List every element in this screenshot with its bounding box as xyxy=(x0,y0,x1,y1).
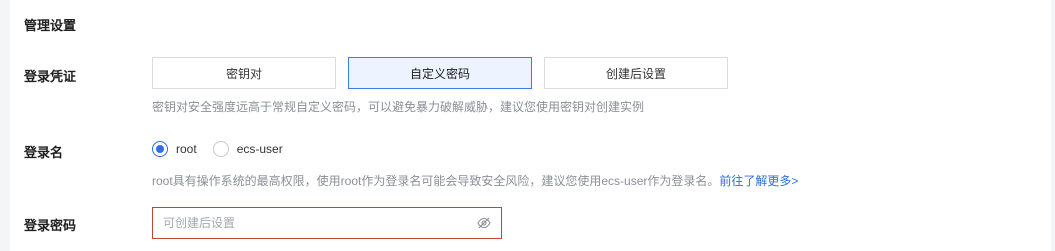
login-name-hint-text: root具有操作系统的最高权限，使用root作为登录名可能会导致安全风险，建议您… xyxy=(152,174,720,188)
radio-ecs-user[interactable]: ecs-user xyxy=(212,141,283,157)
radio-ecs-user-label: ecs-user xyxy=(236,142,283,156)
credential-option-custom-password[interactable]: 自定义密码 xyxy=(348,57,532,89)
right-gutter xyxy=(1051,0,1055,251)
credential-label: 登录凭证 xyxy=(24,69,77,84)
credential-option-set-later[interactable]: 创建后设置 xyxy=(544,57,728,89)
radio-checked-icon xyxy=(152,141,168,157)
learn-more-link[interactable]: 前往了解更多> xyxy=(719,174,798,188)
login-name-radio-group: root ecs-user xyxy=(152,141,299,157)
left-gutter xyxy=(0,0,10,251)
eye-slash-icon[interactable] xyxy=(477,216,491,230)
password-label: 登录密码 xyxy=(24,218,77,233)
radio-root[interactable]: root xyxy=(152,141,197,157)
password-input[interactable] xyxy=(163,216,477,230)
login-name-label: 登录名 xyxy=(24,145,64,160)
login-name-hint: root具有操作系统的最高权限，使用root作为登录名可能会导致安全风险，建议您… xyxy=(152,172,798,189)
management-settings-panel: 管理设置 登录凭证 密钥对 自定义密码 创建后设置 密钥对安全强度远高于常规自定… xyxy=(0,0,1055,251)
radio-unchecked-icon xyxy=(212,141,229,157)
password-field xyxy=(152,207,502,239)
section-title: 管理设置 xyxy=(24,18,77,33)
radio-root-label: root xyxy=(176,142,197,156)
credential-option-keypair[interactable]: 密钥对 xyxy=(152,57,336,89)
credential-hint: 密钥对安全强度远高于常规自定义密码，可以避免暴力破解威胁，建议您使用密钥对创建实… xyxy=(152,100,645,114)
